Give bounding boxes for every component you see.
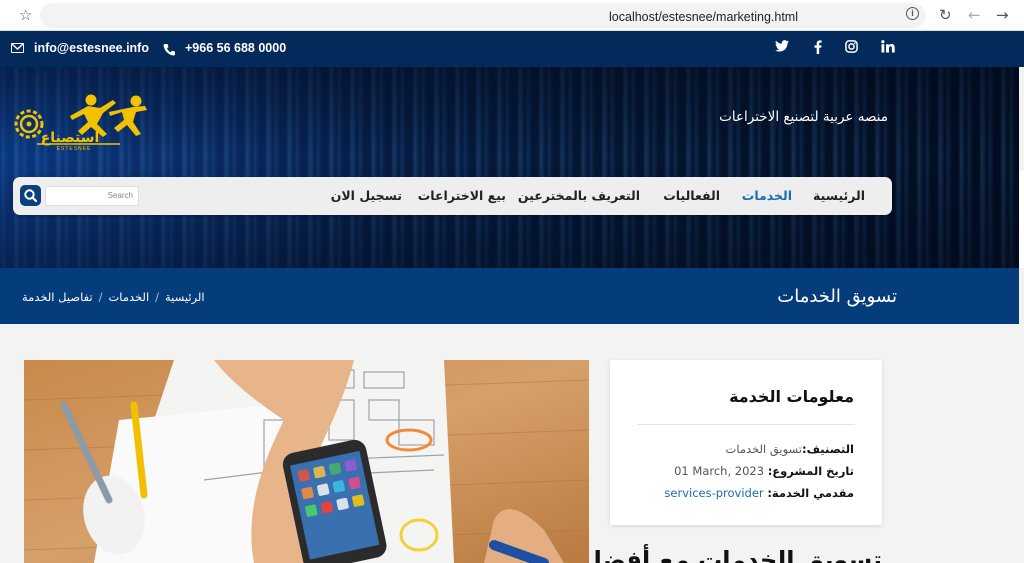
section-heading: تسويق الخدمات مع أفضل xyxy=(581,546,882,563)
phone-number[interactable]: +966 56 688 0000 xyxy=(185,41,286,55)
nav-item-services[interactable]: الخدمات xyxy=(742,188,792,203)
facebook-icon[interactable] xyxy=(814,40,822,58)
breadcrumb-current: تفاصيل الخدمة xyxy=(22,290,93,304)
twitter-icon[interactable] xyxy=(775,40,789,56)
email-link[interactable]: info@estesnee.info xyxy=(34,41,149,55)
nav-item-home[interactable]: الرئيسية xyxy=(813,188,865,203)
provider-row: مقدمي الخدمة: services-provider xyxy=(664,486,854,500)
nav-item-events[interactable]: الفعاليات xyxy=(663,188,720,203)
breadcrumb: الرئيسية/الخدمات/تفاصيل الخدمة xyxy=(22,290,205,304)
provider-label: مقدمي الخدمة: xyxy=(767,486,854,500)
hero-banner xyxy=(0,67,1019,268)
category-row: التصنيف:تسويق الخدمات xyxy=(726,442,854,456)
url-text[interactable]: localhost/estesnee/marketing.html xyxy=(609,10,798,24)
instagram-icon[interactable] xyxy=(845,40,858,57)
browser-toolbar: ☆ ⇱ localhost/estesnee/marketing.html i … xyxy=(0,0,1024,31)
category-value: تسويق الخدمات xyxy=(725,442,803,456)
divider xyxy=(637,424,855,425)
nav-item-inventors[interactable]: التعريف بالمخترعين xyxy=(518,188,640,203)
back-icon[interactable]: ← xyxy=(968,6,981,24)
service-info-card: معلومات الخدمة التصنيف:تسويق الخدمات تار… xyxy=(610,360,882,525)
info-icon[interactable]: i xyxy=(906,7,919,20)
search-icon xyxy=(24,189,38,203)
nav-item-register[interactable]: تسجيل الان xyxy=(331,188,402,203)
search-input[interactable]: Search xyxy=(45,186,139,206)
reload-icon[interactable]: ↻ xyxy=(939,6,952,24)
address-bar[interactable]: localhost/estesnee/marketing.html xyxy=(40,3,926,28)
logo-text: استصناع xyxy=(41,130,100,146)
forward-icon[interactable]: → xyxy=(996,6,1009,24)
date-label: تاريخ المشروع: xyxy=(767,464,854,478)
card-title: معلومات الخدمة xyxy=(729,387,854,406)
service-image xyxy=(24,360,589,563)
search-button[interactable] xyxy=(20,185,41,206)
site-tagline: منصه عربية لتصنيع الاختراعات xyxy=(719,109,888,125)
date-value: 01 March, 2023 xyxy=(674,464,765,478)
site-logo[interactable]: استصناع ESTESNEE xyxy=(12,94,148,152)
contact-topbar: info@estesnee.info +966 56 688 0000 xyxy=(0,31,1024,67)
main-nav: الرئيسية الخدمات الفعاليات التعريف بالمخ… xyxy=(13,177,892,215)
email-icon xyxy=(11,42,24,53)
provider-link[interactable]: services-provider xyxy=(664,486,763,500)
phone-icon xyxy=(163,41,175,60)
linkedin-icon[interactable] xyxy=(881,40,895,57)
breadcrumb-home[interactable]: الرئيسية xyxy=(165,290,205,304)
category-label: التصنيف: xyxy=(802,442,854,456)
breadcrumb-services[interactable]: الخدمات xyxy=(108,290,149,304)
nav-item-sell-inventions[interactable]: بيع الاختراعات xyxy=(418,188,506,203)
logo-subtext: ESTESNEE xyxy=(57,146,92,152)
star-icon[interactable]: ☆ xyxy=(19,6,32,24)
date-row: تاريخ المشروع: 01 March, 2023 xyxy=(674,464,854,478)
page-title: تسويق الخدمات xyxy=(777,286,897,307)
gear-icon xyxy=(14,109,44,139)
